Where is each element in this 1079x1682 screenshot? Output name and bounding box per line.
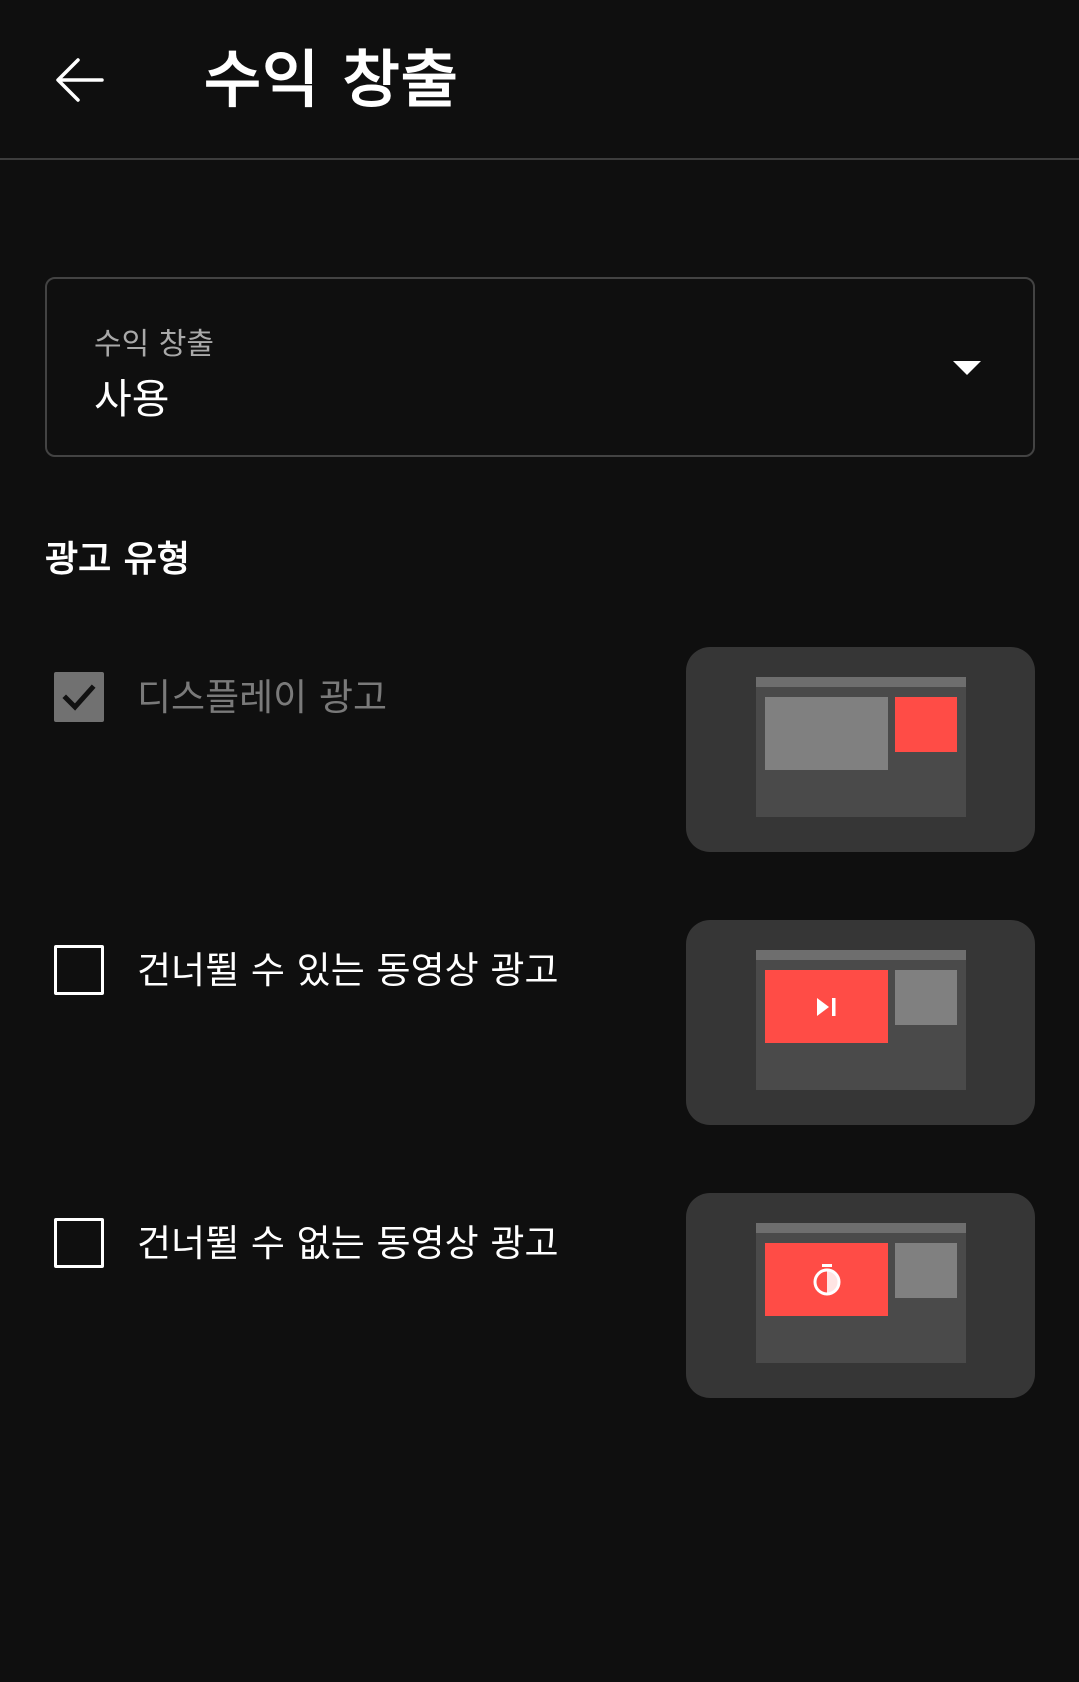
back-button[interactable] (44, 44, 116, 116)
non-skippable-ads-label[interactable]: 건너뛸 수 없는 동영상 광고 (137, 1219, 558, 1269)
preview-video-ad (765, 970, 888, 1043)
skip-next-icon (816, 997, 835, 1016)
dropdown-label: 수익 창출 (94, 327, 214, 362)
preview-screen (756, 950, 966, 1090)
skippable-ads-checkbox[interactable] (54, 945, 104, 995)
preview-video-area (765, 697, 888, 770)
non-skippable-ad-preview (686, 1193, 1035, 1398)
ad-types-heading: 광고 유형 (45, 539, 191, 580)
app-bar: 수익 창출 (0, 0, 1079, 160)
page-title: 수익 창출 (204, 43, 459, 116)
dropdown-value: 사용 (94, 375, 170, 423)
preview-top-bar (756, 950, 966, 960)
skippable-ad-preview (686, 920, 1035, 1125)
dropdown-caret-icon (953, 361, 981, 375)
ad-type-row-skippable: 건너뛸 수 있는 동영상 광고 (0, 920, 1079, 1125)
timer-icon (813, 1263, 840, 1295)
display-ads-label[interactable]: 디스플레이 광고 (137, 673, 387, 723)
preview-side-content (895, 1243, 957, 1298)
display-ads-checkbox[interactable] (54, 672, 104, 722)
non-skippable-ads-checkbox[interactable] (54, 1218, 104, 1268)
skippable-ads-label[interactable]: 건너뛸 수 있는 동영상 광고 (137, 946, 558, 996)
preview-display-ad (895, 697, 957, 752)
preview-screen (756, 1223, 966, 1363)
preview-side-content (895, 970, 957, 1025)
display-ad-preview (686, 647, 1035, 852)
checkmark-icon (62, 684, 96, 711)
monetization-dropdown[interactable]: 수익 창출 사용 (45, 277, 1035, 457)
arrow-left-icon (56, 58, 104, 102)
preview-screen (756, 677, 966, 817)
ad-type-row-display: 디스플레이 광고 (0, 647, 1079, 852)
preview-top-bar (756, 1223, 966, 1233)
ad-type-row-non-skippable: 건너뛸 수 없는 동영상 광고 (0, 1193, 1079, 1398)
preview-top-bar (756, 677, 966, 687)
preview-video-ad (765, 1243, 888, 1316)
